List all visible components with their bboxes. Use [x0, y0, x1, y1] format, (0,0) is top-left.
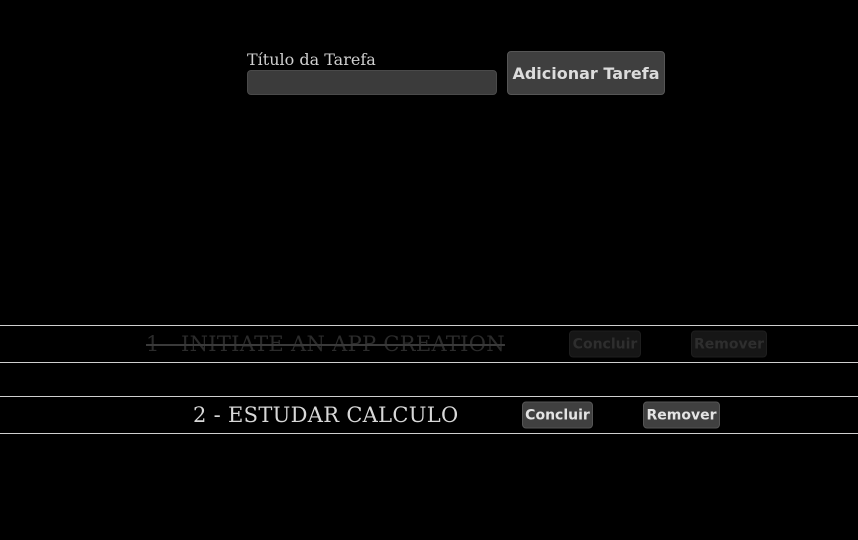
task-row: 2 - ESTUDAR CALCULO Concluir Remover [0, 396, 858, 434]
task-title: 2 - ESTUDAR CALCULO [193, 403, 459, 427]
add-task-button[interactable]: Adicionar Tarefa [507, 51, 665, 95]
complete-task-button[interactable]: Concluir [522, 401, 593, 429]
remove-task-button[interactable]: Remover [691, 330, 767, 358]
task-title-input[interactable] [247, 70, 497, 95]
task-form: Título da Tarefa Adicionar Tarefa [247, 51, 667, 95]
remove-task-button[interactable]: Remover [643, 401, 720, 429]
complete-task-button[interactable]: Concluir [569, 330, 641, 358]
task-title-label: Título da Tarefa [247, 50, 376, 69]
task-title: 1 - INITIATE AN APP CREATION [146, 332, 505, 356]
task-row: 1 - INITIATE AN APP CREATION Concluir Re… [0, 325, 858, 363]
